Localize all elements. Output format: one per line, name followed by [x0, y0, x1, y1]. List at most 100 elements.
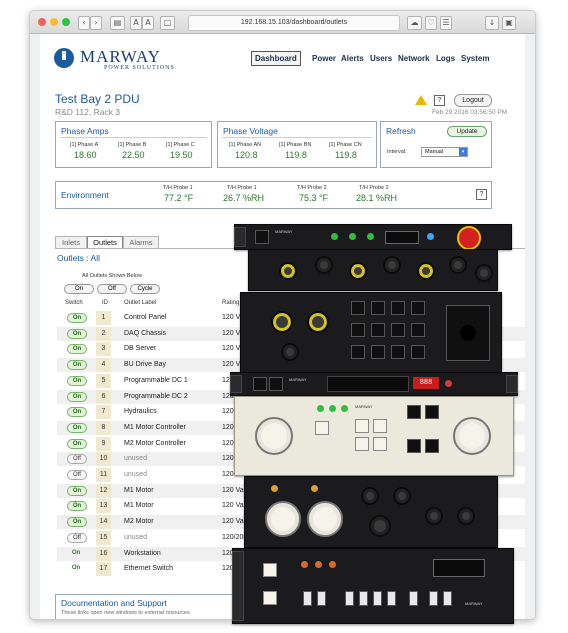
interval-select[interactable]: Manual ▾ [421, 147, 468, 157]
outlet-label[interactable]: Ethernet Switch [124, 562, 173, 576]
outlet-switch-toggle[interactable]: On [67, 391, 87, 402]
circuit-breaker [373, 591, 382, 606]
outlet-switch-toggle[interactable]: On [67, 360, 87, 371]
outlet-switch-toggle[interactable]: On [67, 375, 87, 386]
outlet-switch-toggle[interactable]: Off [67, 454, 87, 465]
all-cycle-button[interactable]: Cycle [130, 284, 160, 294]
nav-power[interactable]: Power [312, 54, 336, 63]
probe1-humidity-value: 26.7 %RH [223, 193, 265, 203]
status-led [271, 485, 278, 492]
help-button[interactable]: ? [434, 95, 445, 106]
outlet-socket [269, 377, 283, 391]
minimize-window-button[interactable] [50, 18, 58, 26]
outlet-socket [407, 405, 421, 419]
status-led [301, 561, 308, 568]
twist-lock-socket [255, 417, 293, 455]
status-led [427, 233, 434, 240]
refresh-panel: Refresh Update Interval: Manual ▾ [380, 121, 492, 168]
status-led [315, 561, 322, 568]
outlet-socket [425, 405, 439, 419]
outlet-socket [407, 439, 421, 453]
cloud-icon[interactable]: ☁ [407, 16, 422, 30]
outlet-switch-toggle[interactable]: On [67, 422, 87, 433]
font-smaller-button[interactable]: A [130, 16, 142, 30]
outlet-label[interactable]: Programmable DC 1 [124, 374, 188, 388]
outlet-label[interactable]: M1 Motor [124, 484, 154, 498]
status-led [331, 233, 338, 240]
outlet-switch-toggle[interactable]: On [67, 485, 87, 496]
outlet-label[interactable]: M1 Motor Controller [124, 421, 186, 435]
download-icon[interactable]: ↓ [485, 16, 499, 30]
nav-logs[interactable]: Logs [436, 54, 455, 63]
outlet-label[interactable]: Hydraulics [124, 405, 157, 419]
update-button[interactable]: Update [447, 126, 487, 137]
outlet-switch-toggle[interactable]: On [67, 564, 85, 572]
heart-icon[interactable]: ♡ [425, 16, 437, 30]
outlet-switch-toggle[interactable]: On [67, 407, 87, 418]
maximize-window-button[interactable] [62, 18, 70, 26]
outlet-switch-toggle[interactable]: On [67, 517, 87, 528]
outlet-id: 3 [96, 342, 111, 357]
all-on-button[interactable]: On [64, 284, 94, 294]
outlet-label[interactable]: unused [124, 531, 147, 545]
outlet-socket [371, 345, 385, 359]
nav-users[interactable]: Users [370, 54, 392, 63]
outlet-label[interactable]: BU Drive Bay [124, 358, 166, 372]
outlet-switch-toggle[interactable]: Off [67, 470, 87, 480]
outlet-switch-toggle[interactable]: On [67, 328, 87, 339]
outlet-label[interactable]: M1 Motor [124, 499, 154, 513]
outlet-switch-toggle[interactable]: On [67, 344, 87, 355]
outlet-id: 1 [96, 311, 111, 325]
outlet-label[interactable]: M2 Motor Controller [124, 437, 186, 451]
forward-arrow-icon[interactable]: › [90, 16, 102, 30]
share-icon[interactable]: □ [160, 16, 175, 30]
status-led [445, 380, 452, 387]
close-window-button[interactable] [38, 18, 46, 26]
outlet-label[interactable]: Control Panel [124, 311, 166, 325]
font-larger-button[interactable]: A [142, 16, 154, 30]
outlet-switch-toggle[interactable]: On [67, 313, 87, 323]
outlet-switch-toggle[interactable]: On [67, 438, 87, 449]
outlet-switch-toggle[interactable]: On [67, 549, 85, 557]
nav-network[interactable]: Network [398, 54, 430, 63]
outlet-label[interactable]: unused [124, 468, 147, 482]
warning-icon[interactable] [415, 95, 427, 105]
probe1-temp-value: 77.2 °F [164, 193, 194, 203]
outlet-label[interactable]: DB Server [124, 342, 156, 356]
phase-voltage-title: Phase Voltage [223, 126, 278, 136]
environment-help-button[interactable]: ? [476, 189, 487, 200]
outlet-switch-toggle[interactable]: Off [67, 532, 87, 543]
outlet-label[interactable]: M2 Motor [124, 515, 154, 529]
outlet-id: 11 [96, 468, 111, 482]
back-arrow-icon[interactable]: ‹ [78, 16, 90, 30]
outlet-id: 10 [96, 452, 111, 467]
nav-dashboard[interactable]: Dashboard [251, 51, 301, 66]
logout-button[interactable]: Logout [454, 94, 492, 107]
phase-amps-panel: Phase Amps [1] Phase A 18.60 [1] Phase B… [55, 121, 212, 168]
outlet-label[interactable]: Programmable DC 2 [124, 390, 188, 404]
address-bar[interactable]: 192.168.15.103/dashboard/outlets [188, 15, 400, 31]
nav-alerts[interactable]: Alerts [341, 54, 364, 63]
outlet-label[interactable]: unused [124, 452, 147, 466]
outlet-id: 9 [96, 436, 111, 451]
documentation-subtitle: These links open new windows to external… [61, 610, 192, 616]
outlets-shown-note: All Outlets Shown Below [82, 273, 142, 279]
status-led [367, 233, 374, 240]
outlet-socket [369, 515, 391, 537]
outlet-label[interactable]: Workstation [124, 547, 161, 561]
outlet-socket [411, 345, 425, 359]
reader-icon[interactable]: ☰ [440, 16, 452, 30]
sidebar-icon[interactable]: ▤ [110, 16, 125, 30]
pdu-unit-7: MARWAY [232, 548, 514, 624]
display-window [385, 231, 419, 244]
outlet-socket [263, 591, 277, 605]
outlet-label[interactable]: DAQ Chassis [124, 327, 166, 341]
refresh-title: Refresh [386, 126, 416, 136]
all-off-button[interactable]: Off [97, 284, 127, 294]
tabs-overview-icon[interactable]: ▣ [502, 16, 516, 30]
outlet-switch-toggle[interactable]: On [67, 501, 87, 512]
circuit-breaker [429, 591, 438, 606]
twist-lock-socket [265, 501, 301, 537]
brand-tagline: POWER SOLUTIONS [104, 65, 175, 71]
nav-system[interactable]: System [461, 54, 489, 63]
